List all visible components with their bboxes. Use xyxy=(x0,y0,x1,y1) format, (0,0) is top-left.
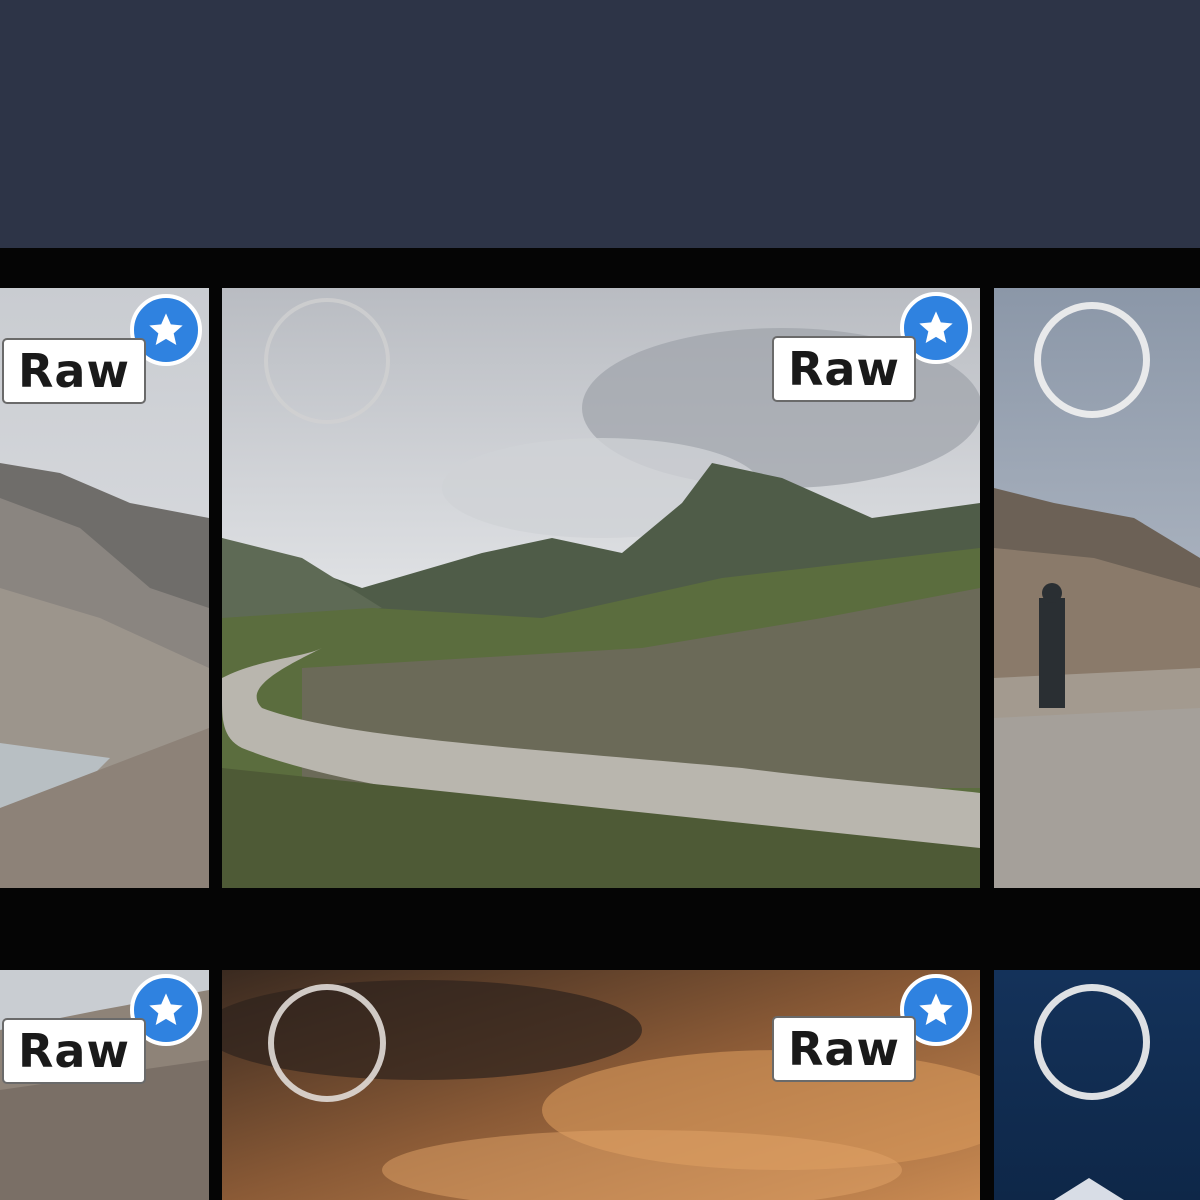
raw-badge: Raw xyxy=(772,1016,916,1082)
selection-circle-icon[interactable] xyxy=(264,298,390,424)
photo-grid: Raw Raw Raw Raw xyxy=(0,248,1200,1200)
selection-circle-icon[interactable] xyxy=(268,984,386,1102)
raw-badge: Raw xyxy=(2,338,146,404)
selection-circle-icon[interactable] xyxy=(1034,302,1150,418)
photo-tile[interactable] xyxy=(994,970,1200,1200)
raw-badge: Raw xyxy=(2,1018,146,1084)
photo-tile[interactable]: Raw xyxy=(222,970,980,1200)
photo-tile[interactable] xyxy=(994,288,1200,888)
selection-circle-icon[interactable] xyxy=(1034,984,1150,1100)
raw-badge: Raw xyxy=(772,336,916,402)
photo-tile[interactable]: Raw xyxy=(0,970,209,1200)
photo-tile[interactable]: Raw xyxy=(222,288,980,888)
top-bar xyxy=(0,0,1200,248)
photo-tile[interactable]: Raw xyxy=(0,288,209,888)
